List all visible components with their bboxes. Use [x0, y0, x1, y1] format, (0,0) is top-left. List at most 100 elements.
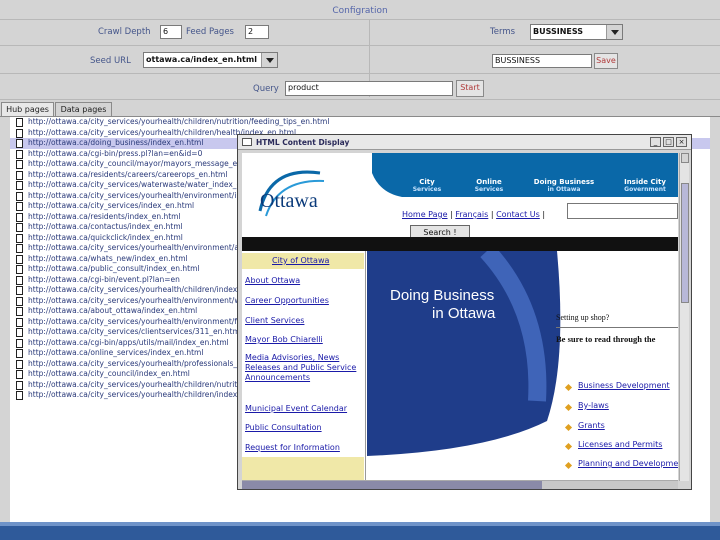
document-icon — [16, 254, 23, 264]
query-input[interactable]: product — [285, 81, 453, 96]
chevron-down-icon[interactable] — [606, 25, 622, 39]
feed-pages-label: Feed Pages — [186, 27, 234, 37]
svg-text:Ottawa: Ottawa — [260, 190, 318, 212]
document-icon — [16, 286, 23, 295]
document-icon — [16, 370, 23, 379]
feed-pages-input[interactable]: 2 — [245, 25, 269, 39]
nav-online-services[interactable]: Online Services — [464, 178, 514, 193]
vertical-scrollbar[interactable] — [679, 153, 689, 481]
minimize-icon[interactable]: _ — [650, 137, 661, 147]
scroll-thumb[interactable] — [242, 481, 542, 489]
nav-sublabel: Services — [412, 186, 442, 193]
bullet-link-planning[interactable]: Planning and Development — [578, 459, 678, 468]
setting-up-text: Setting up shop? — [556, 313, 610, 322]
home-page-link[interactable]: Home Page — [402, 210, 448, 219]
save-button[interactable]: Save — [594, 53, 618, 69]
sidebar-link-about[interactable]: About Ottawa — [242, 276, 364, 286]
divider — [0, 73, 720, 74]
html-content-area: Ottawa City Services Online Services Doi… — [242, 153, 678, 481]
url-text: http://ottawa.ca/doing_business/index_en… — [28, 138, 204, 147]
top-links: Home Page | Français | Contact Us | — [402, 210, 546, 219]
url-text: http://ottawa.ca/city_services/yourhealt… — [28, 390, 270, 399]
window-icon — [242, 138, 252, 146]
nav-inside-city[interactable]: Inside City Government — [612, 178, 678, 193]
crawl-depth-input[interactable]: 6 — [160, 25, 182, 39]
url-text: http://ottawa.ca/city_council/mayor/mayo… — [28, 159, 262, 168]
config-title: Configration — [332, 6, 388, 16]
seed-url-label: Seed URL — [90, 56, 131, 66]
francais-link[interactable]: Français — [455, 210, 488, 219]
bullet-link-grants[interactable]: Grants — [578, 421, 605, 430]
sidebar-link-city[interactable]: City of Ottawa — [242, 256, 364, 266]
document-icon — [16, 265, 23, 274]
url-text: http://ottawa.ca/about_ottawa/index_en.h… — [28, 306, 198, 315]
maximize-icon[interactable]: □ — [663, 137, 674, 147]
horizontal-scrollbar[interactable] — [242, 480, 678, 489]
url-text: http://ottawa.ca/cgi-bin/event.pl?lan=en — [28, 274, 180, 284]
document-icon — [16, 359, 23, 369]
status-bar — [0, 522, 720, 540]
crawl-depth-label: Crawl Depth — [98, 27, 151, 37]
divider — [0, 99, 720, 100]
terms-select-value: BUSSINESS — [533, 27, 584, 36]
sidebar-link-careers[interactable]: Career Opportunities — [242, 296, 364, 306]
url-text: http://ottawa.ca/cgi-bin/apps/utils/mail… — [28, 337, 229, 347]
nav-doing-business[interactable]: Doing Business in Ottawa — [526, 178, 602, 193]
url-text: http://ottawa.ca/city_council/index_en.h… — [28, 369, 190, 378]
sidebar-link-calendar[interactable]: Municipal Event Calendar — [242, 404, 364, 414]
url-text: http://ottawa.ca/city_services/index_en.… — [28, 201, 195, 210]
bullet-link-bylaws[interactable]: By-laws — [578, 401, 609, 410]
nav-label: City — [419, 178, 435, 186]
bullet-link-licenses[interactable]: Licenses and Permits — [578, 440, 662, 449]
scroll-thumb[interactable] — [681, 183, 689, 303]
sidebar-link-request[interactable]: Request for Information — [242, 443, 364, 453]
list-item[interactable]: http://ottawa.ca/city_services/yourhealt… — [10, 117, 710, 128]
contact-us-link[interactable]: Contact Us — [496, 210, 540, 219]
seed-url-select[interactable]: ottawa.ca/index_en.html — [143, 52, 278, 68]
html-content-window[interactable]: HTML Content Display _ □ × Ottawa City S… — [237, 134, 692, 490]
document-icon — [16, 317, 23, 327]
document-icon — [16, 391, 23, 400]
document-icon — [16, 181, 23, 190]
sidebar-link-media[interactable]: Media Advisories, News Releases and Publ… — [242, 353, 364, 393]
nav-sublabel: Government — [624, 186, 666, 193]
sidebar-link-client-services[interactable]: Client Services — [242, 316, 364, 326]
term-input[interactable]: BUSSINESS — [492, 54, 592, 68]
bullet-link-business-development[interactable]: Business Development — [578, 381, 670, 390]
document-icon — [16, 170, 23, 180]
url-text: http://ottawa.ca/quickclick/index_en.htm… — [28, 232, 183, 242]
scroll-up-icon[interactable] — [681, 153, 689, 163]
be-sure-text: Be sure to read through the — [556, 334, 656, 344]
divider — [556, 327, 678, 328]
ottawa-logo-icon: Ottawa — [258, 170, 325, 217]
url-text: http://ottawa.ca/city_services/waterwast… — [28, 180, 266, 189]
terms-label: Terms — [490, 27, 516, 37]
sidebar-link-consultation[interactable]: Public Consultation — [242, 423, 364, 433]
sidebar-link-mayor[interactable]: Mayor Bob Chiarelli — [242, 335, 364, 345]
tab-hub-pages[interactable]: Hub pages — [1, 102, 54, 116]
banner-heading: Doing Business in Ottawa — [390, 287, 495, 323]
url-text: http://ottawa.ca/city_services/yourhealt… — [28, 285, 270, 294]
window-title: HTML Content Display — [256, 138, 350, 147]
url-text: http://ottawa.ca/city_services/yourhealt… — [28, 117, 330, 126]
document-icon — [16, 160, 23, 169]
nav-sublabel: in Ottawa — [547, 186, 581, 193]
close-icon[interactable]: × — [676, 137, 687, 147]
terms-select[interactable]: BUSSINESS — [530, 24, 623, 40]
black-strip — [242, 237, 678, 251]
tab-data-pages[interactable]: Data pages — [55, 102, 112, 116]
chevron-down-icon[interactable] — [261, 53, 277, 67]
site-search-input[interactable] — [567, 203, 678, 219]
document-icon — [16, 380, 23, 390]
window-titlebar[interactable]: HTML Content Display _ □ × — [238, 135, 691, 150]
start-button[interactable]: Start — [456, 80, 484, 97]
url-text: http://ottawa.ca/public_consult/index_en… — [28, 264, 200, 273]
nav-label: Inside City — [624, 178, 666, 186]
url-text: http://ottawa.ca/whats_new/index_en.html — [28, 253, 188, 263]
document-icon — [16, 149, 23, 159]
document-icon — [16, 212, 23, 222]
nav-city-services[interactable]: City Services — [402, 178, 452, 193]
nav-label: Doing Business — [533, 178, 595, 186]
document-icon — [16, 118, 23, 127]
document-icon — [16, 307, 23, 316]
